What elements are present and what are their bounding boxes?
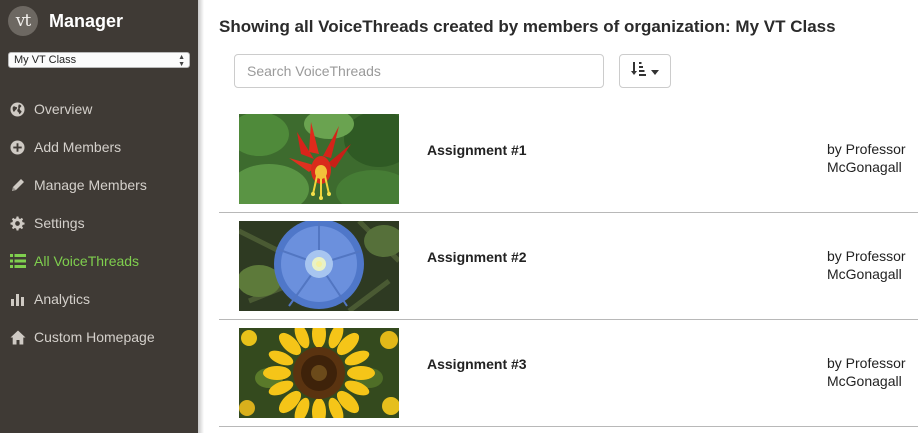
sort-amount-icon (631, 61, 647, 81)
list-item[interactable]: Assignment #3 by Professor McGonagall (219, 320, 918, 427)
brand[interactable]: vt Manager (8, 6, 123, 36)
organization-select-value: My VT Class (14, 54, 77, 66)
thread-title[interactable]: Assignment #1 (427, 142, 527, 158)
thread-title[interactable]: Assignment #2 (427, 249, 527, 265)
main-content: Showing all VoiceThreads created by memb… (204, 0, 918, 433)
voicethread-list: Assignment #1 by Professor McGonagall As… (219, 106, 918, 427)
author-line: by Professor (827, 355, 906, 371)
gear-icon (9, 215, 26, 232)
organization-select[interactable]: My VT Class ▲ ▼ (8, 52, 190, 68)
thumbnail-red-columbine-flower[interactable] (239, 114, 399, 204)
sidebar-nav: Overview Add Members Manage Members Sett… (0, 90, 198, 356)
nav-item-label: Analytics (34, 291, 91, 307)
author-line: by Professor (827, 248, 906, 264)
nav-item-settings[interactable]: Settings (0, 204, 198, 242)
plus-circle-icon (9, 139, 26, 156)
author-line: by Professor (827, 141, 906, 157)
nav-item-label: All VoiceThreads (34, 253, 140, 269)
vt-logo: vt (8, 6, 38, 36)
nav-item-label: Manage Members (34, 177, 147, 193)
chevron-down-icon (651, 62, 659, 80)
nav-item-add-members[interactable]: Add Members (0, 128, 198, 166)
list-icon (9, 253, 26, 270)
page-title: Showing all VoiceThreads created by memb… (219, 17, 836, 36)
home-icon (9, 329, 26, 346)
globe-icon (9, 101, 26, 118)
nav-item-overview[interactable]: Overview (0, 90, 198, 128)
sidebar: vt Manager My VT Class ▲ ▼ Overview Add M… (0, 0, 198, 433)
nav-item-custom-homepage[interactable]: Custom Homepage (0, 318, 198, 356)
pencil-icon (9, 177, 26, 194)
author-name: McGonagall (827, 159, 902, 175)
thumbnail-blue-morning-glory-flower[interactable] (239, 221, 399, 311)
thread-author: by Professor McGonagall (827, 354, 906, 390)
author-name: McGonagall (827, 266, 902, 282)
author-name: McGonagall (827, 373, 902, 389)
search-input[interactable] (234, 54, 604, 88)
sort-dropdown-button[interactable] (619, 54, 671, 88)
thread-author: by Professor McGonagall (827, 140, 906, 176)
nav-item-all-voicethreads[interactable]: All VoiceThreads (0, 242, 198, 280)
nav-item-label: Overview (34, 101, 93, 117)
bar-chart-icon (9, 291, 26, 308)
app-title: Manager (49, 10, 124, 31)
nav-item-label: Add Members (34, 139, 122, 155)
thumbnail-sunflower[interactable] (239, 328, 399, 418)
thread-title[interactable]: Assignment #3 (427, 356, 527, 372)
nav-item-label: Settings (34, 215, 85, 231)
nav-item-analytics[interactable]: Analytics (0, 280, 198, 318)
nav-item-manage-members[interactable]: Manage Members (0, 166, 198, 204)
nav-item-label: Custom Homepage (34, 329, 155, 345)
thread-author: by Professor McGonagall (827, 247, 906, 283)
list-item[interactable]: Assignment #1 by Professor McGonagall (219, 106, 918, 213)
select-arrows-icon: ▲ ▼ (178, 54, 185, 68)
list-item[interactable]: Assignment #2 by Professor McGonagall (219, 213, 918, 320)
